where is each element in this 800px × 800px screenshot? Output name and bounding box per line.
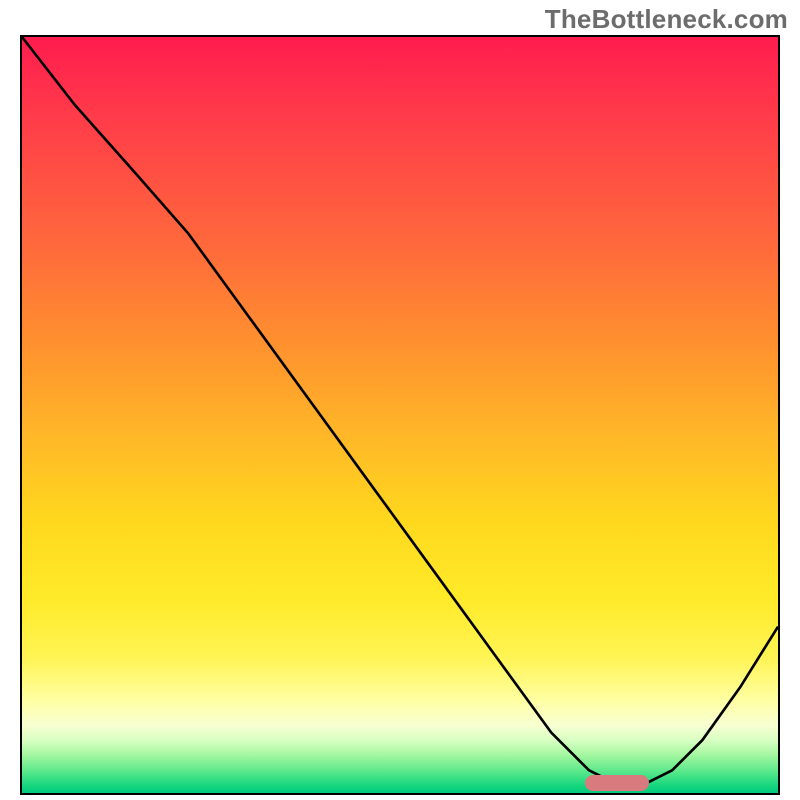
min-marker bbox=[585, 775, 649, 791]
bottleneck-curve bbox=[22, 37, 778, 785]
curve-svg bbox=[22, 37, 778, 793]
chart-container: TheBottleneck.com bbox=[0, 0, 800, 800]
watermark-text: TheBottleneck.com bbox=[545, 4, 788, 35]
plot-area bbox=[20, 35, 780, 795]
